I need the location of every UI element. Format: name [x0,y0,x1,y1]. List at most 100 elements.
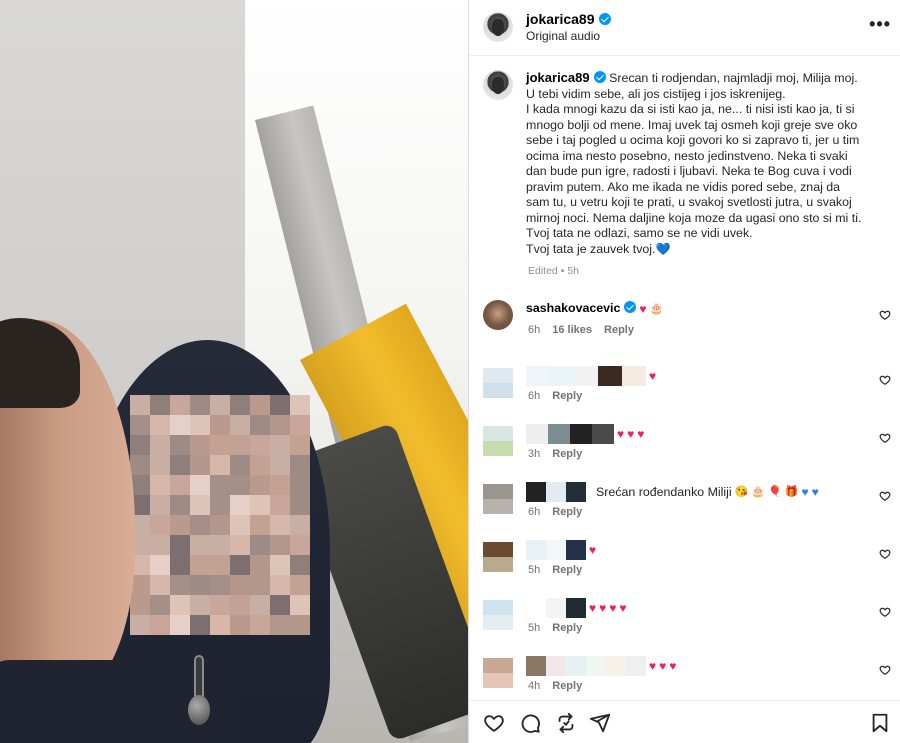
commenter-avatar[interactable] [483,600,513,630]
like-comment-icon[interactable] [879,547,891,559]
emoji: 😘 [734,486,749,498]
caption-line-1: Srecan ti rodjendan, najmladji moj, Mili… [609,71,858,85]
heart-emoji: ♥ [589,543,597,557]
reply-button[interactable]: Reply [552,622,582,634]
like-comment-icon[interactable] [879,489,891,501]
audio-label[interactable]: Original audio [526,29,600,43]
heart-emoji: ♥ [649,659,657,673]
comment-meta: 5h Reply [528,622,594,634]
reply-button[interactable]: Reply [552,680,582,692]
redacted-username [606,656,626,676]
redacted-username [526,598,546,618]
blurred-face [130,395,310,635]
redacted-username [526,540,546,560]
reply-button[interactable]: Reply [552,448,582,460]
comment-item: ♥ ♥ ♥ 3h Reply [469,414,900,472]
emoji: 🎁 [784,486,799,498]
post-media[interactable] [0,0,468,743]
caption-username[interactable]: jokarica89 [526,70,606,85]
like-comment-icon[interactable] [879,605,891,617]
repost-icon[interactable] [555,712,577,734]
comment-item: ♥ ♥ ♥ ♥ 5h Reply [469,588,900,646]
heart-emoji: ♥ [617,427,625,441]
redacted-username [526,482,546,502]
commenter-avatar[interactable] [483,300,513,330]
comment-meta: 6h 16 likes Reply [528,324,646,336]
redacted-username [550,366,574,386]
comment-body: ♥ ♥ ♥ ♥ [526,598,627,618]
comment-time: 4h [528,680,541,692]
comment-body: ♥ [526,540,596,560]
comment-item: ♥ 5h Reply [469,530,900,588]
verified-icon [624,301,637,313]
redacted-username [546,598,566,618]
comment-item: ♥ 6h Reply [469,356,900,414]
like-comment-icon[interactable] [879,373,891,385]
comment-meta: 6h Reply [528,390,594,402]
zipper [188,655,210,735]
comment-body: ♥ ♥ ♥ [526,424,644,444]
redacted-username [566,598,586,618]
comment-icon[interactable] [519,712,541,734]
author-avatar[interactable] [483,12,513,42]
heart-emoji: ♥ [669,659,677,673]
commenter-avatar[interactable] [483,658,513,688]
comment-time: 3h [528,448,541,460]
redacted-username [548,424,570,444]
commenter-avatar[interactable] [483,484,513,514]
reply-button[interactable]: Reply [552,506,582,518]
redacted-username [570,424,592,444]
heart-emoji: ♥ [649,369,657,383]
emoji: 🎂 [751,486,766,498]
post-header: jokarica89 Original audio ••• [469,0,900,56]
like-comment-icon[interactable] [879,431,891,443]
edited-timestamp: Edited • 5h [528,265,579,277]
share-icon[interactable] [589,712,611,734]
caption-line-3: I kada mnogi kazu da si isti kao ja, ne.… [526,102,862,240]
caption-avatar[interactable] [483,70,513,100]
comment-body: sashakovacevic ♥ 🎂 [526,301,663,315]
redacted-username [586,656,606,676]
comment-meta: 3h Reply [528,448,594,460]
commenter-avatar[interactable] [483,426,513,456]
commenter-avatar[interactable] [483,368,513,398]
more-options-icon[interactable]: ••• [869,15,891,33]
comment-time: 6h [528,390,541,402]
heart-icon[interactable] [483,712,505,734]
redacted-username [574,366,598,386]
heart-emoji: ♥ [627,427,635,441]
reply-button[interactable]: Reply [552,564,582,576]
redacted-username [566,482,586,502]
blue-heart-icon: 💙 [655,241,671,256]
comment-likes[interactable]: 16 likes [552,324,592,336]
author-username[interactable]: jokarica89 [526,11,611,27]
comment-text: Srećan rođendanko Miliji [596,485,732,499]
comment-item: sashakovacevic ♥ 🎂 6h 16 likes Reply [469,298,900,356]
heart-emoji: ♥ [609,601,617,615]
reply-button[interactable]: Reply [604,324,634,336]
commenter-username[interactable]: sashakovacevic [526,301,620,315]
redacted-username [526,366,550,386]
heart-emoji: ♥ [811,485,819,499]
comment-time: 6h [528,324,541,336]
caption-line-2: U tebi vidim sebe, ali jos cistijeg i jo… [526,86,786,101]
redacted-username [592,424,614,444]
post-caption: jokarica89 Srecan ti rodjendan, najmladj… [526,70,866,257]
comment-meta: 6h Reply [528,506,594,518]
comment-body: Srećan rođendanko Miliji 😘 🎂 🎈 🎁 ♥ ♥ [526,482,819,502]
reply-button[interactable]: Reply [552,390,582,402]
heart-emoji: ♥ [637,427,645,441]
like-comment-icon[interactable] [879,663,891,675]
redacted-username [598,366,622,386]
redacted-username [622,366,646,386]
comment-time: 5h [528,622,541,634]
like-comment-icon[interactable] [879,308,891,320]
commenter-avatar[interactable] [483,542,513,572]
save-icon[interactable] [869,712,891,734]
heart-emoji: ♥ [619,601,627,615]
verified-icon [593,71,606,83]
caption-line-4: Tvoj tata je zauvek tvoj. [526,241,656,256]
redacted-username [566,540,586,560]
redacted-username [526,424,548,444]
redacted-username [626,656,646,676]
